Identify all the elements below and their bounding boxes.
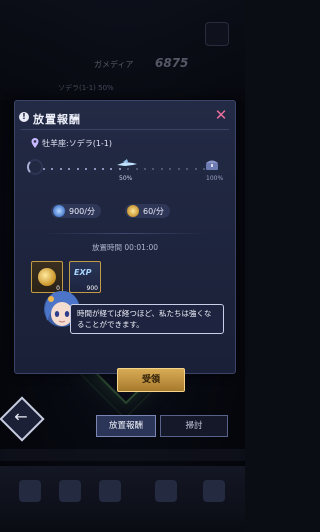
nav-item-4 <box>150 480 182 502</box>
speech-bubble: 時間が経てば経つほど、私たちは強くなることができます。 <box>70 304 224 334</box>
progress-mid-label: 50% <box>119 175 133 182</box>
progress-dot <box>43 168 45 170</box>
progress-dot <box>51 168 54 170</box>
nav-icon <box>59 480 81 502</box>
progress-dot <box>194 168 197 170</box>
progress-dot <box>186 168 189 170</box>
exp-icon: EXP <box>74 268 92 277</box>
idle-time: 放置時間 00:01:00 <box>91 243 159 252</box>
progress-dot <box>93 168 96 170</box>
progress-dot <box>110 168 113 170</box>
exp-icon <box>53 205 65 217</box>
exp-rate: 900/分 <box>51 204 101 218</box>
idle-reward-dialog: ! 放置報酬 ✕ 牡羊座:ソデラ(1-1) 50% 100% 900/分 60/… <box>14 100 236 392</box>
progress-end-label: 100% <box>206 175 224 182</box>
progress-dot <box>101 168 104 170</box>
close-icon[interactable]: ✕ <box>213 107 229 123</box>
tab-sweep[interactable]: 掃討 <box>160 415 228 437</box>
back-arrow-icon: ← <box>14 407 28 426</box>
progress-dot <box>177 168 180 170</box>
receive-button[interactable]: 受領 <box>117 368 185 392</box>
stage-name: 牡羊座:ソデラ(1-1) <box>42 139 113 148</box>
coin-rate: 60/分 <box>125 204 170 218</box>
dialog-title: 放置報酬 <box>33 113 81 126</box>
nav-item-5 <box>198 480 230 502</box>
coin-rate-label: 60/分 <box>143 206 164 216</box>
location-pin-icon <box>31 138 39 148</box>
nav-icon <box>155 480 177 502</box>
exp-rate-label: 900/分 <box>69 206 95 216</box>
title-divider <box>21 129 229 130</box>
nav-icon <box>99 480 121 502</box>
coin-icon <box>38 268 56 286</box>
treasure-chest-icon <box>206 160 218 170</box>
progress-dot <box>59 168 62 170</box>
nav-item-1 <box>14 480 46 502</box>
reward-count: 900 <box>86 285 98 292</box>
ship-icon <box>117 159 137 166</box>
progress-dot <box>68 168 71 170</box>
tab-idle-reward[interactable]: 放置報酬 <box>96 415 156 437</box>
progress-dot <box>160 168 163 170</box>
progress-dot <box>144 168 147 170</box>
nav-icon <box>203 480 225 502</box>
nav-item-2 <box>54 480 86 502</box>
section-divider <box>41 233 209 234</box>
progress-dot <box>85 168 88 170</box>
progress-dot <box>152 168 155 170</box>
nav-icon <box>19 480 41 502</box>
progress-dot <box>76 168 79 170</box>
nav-item-3 <box>94 480 126 502</box>
progress-ring-icon <box>27 159 43 175</box>
progress-dot <box>169 168 172 170</box>
coin-icon <box>127 205 139 217</box>
info-icon[interactable]: ! <box>19 112 29 122</box>
